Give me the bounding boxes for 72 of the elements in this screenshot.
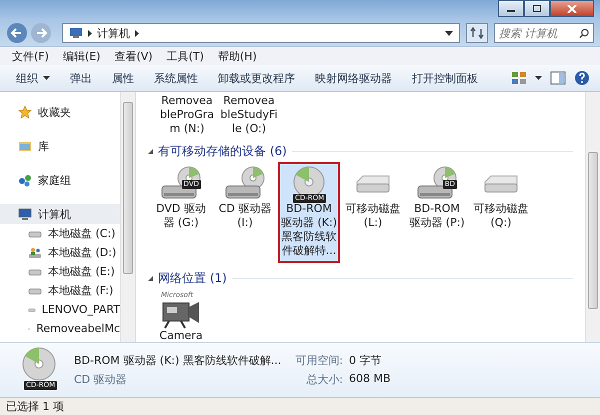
computer-icon	[69, 27, 83, 39]
refresh-icon	[470, 27, 484, 39]
scrollbar[interactable]	[120, 92, 135, 342]
star-icon	[18, 105, 32, 119]
preview-pane-icon[interactable]	[550, 71, 566, 85]
sidebar-item[interactable]: 收藏夹	[0, 102, 120, 122]
drive-label: BD-ROM 驱动器 (P:)	[408, 202, 466, 230]
dropdown-arrow-icon[interactable]	[445, 30, 453, 36]
drive-user-icon	[28, 246, 42, 258]
sidebar-item[interactable]: 计算机	[0, 204, 120, 224]
menu-item[interactable]: 工具(T)	[166, 48, 204, 64]
scrollbar[interactable]	[585, 92, 600, 342]
breadcrumb-item[interactable]: 计算机	[97, 26, 130, 40]
drive-label: 可移动磁盘 (Q:)	[472, 202, 530, 230]
computer-icon	[18, 208, 32, 220]
refresh-button[interactable]	[466, 23, 488, 43]
sidebar-item[interactable]: RemoveabelMc	[0, 319, 120, 338]
toolbar-button[interactable]: 打开控制面板	[406, 68, 484, 88]
collapse-triangle-icon[interactable]	[148, 148, 153, 154]
address-bar[interactable]: 计算机	[62, 23, 460, 43]
toolbar-button[interactable]: 系统属性	[148, 68, 204, 88]
toolbar-button[interactable]: 组织	[10, 68, 56, 88]
drive-label: 可移动磁盘 (L:)	[344, 202, 402, 230]
maximize-button[interactable]	[524, 0, 550, 17]
homegroup-icon	[18, 173, 32, 187]
menu-item[interactable]: 帮助(H)	[218, 48, 257, 64]
view-options-icon[interactable]	[511, 71, 527, 85]
caret-icon	[43, 76, 50, 80]
drive-label: BD-ROM 驱动器 (K:) 黑客防线软件破解特...	[280, 202, 338, 258]
menu-item[interactable]: 文件(F)	[12, 48, 49, 64]
menu-item[interactable]: 编辑(E)	[62, 48, 100, 64]
sidebar-item[interactable]: 本地磁盘 (D:)	[0, 243, 120, 262]
drive-tile[interactable]: 可移动磁盘 (L:)	[342, 162, 404, 263]
drive-label: CD 驱动器 (I:)	[218, 202, 272, 230]
drive-label: Camera	[158, 329, 204, 342]
chevron-icon[interactable]	[88, 30, 92, 36]
field-label: 可用空间:	[295, 353, 343, 368]
maximize-icon	[532, 4, 542, 12]
chevron-icon[interactable]	[135, 30, 139, 36]
group-header[interactable]: 网络位置 (1)	[158, 270, 227, 286]
drive-tile[interactable]: 可移动磁盘 (Q:)	[470, 162, 532, 263]
drive-tile[interactable]: CD 驱动器 (I:)	[214, 162, 276, 263]
field-value: 0 字节	[348, 353, 382, 368]
toolbar-button[interactable]: 属性	[106, 68, 140, 88]
close-icon	[567, 4, 577, 12]
toolbar-button[interactable]: 映射网络驱动器	[309, 68, 398, 88]
close-button[interactable]	[550, 0, 594, 17]
drive-label: DVD 驱动器 (G:)	[155, 202, 207, 230]
item-type: CD 驱动器	[74, 372, 128, 387]
search-field[interactable]: 搜索 计算机	[494, 23, 594, 43]
toolbar-button[interactable]: 弹出	[64, 68, 98, 88]
caret-icon[interactable]	[535, 76, 542, 80]
help-icon[interactable]	[574, 70, 590, 86]
sidebar-item[interactable]: 本地磁盘 (E:)	[0, 262, 120, 281]
sidebar-item[interactable]: 家庭组	[0, 170, 120, 190]
collapse-triangle-icon[interactable]	[148, 276, 153, 280]
minimize-button[interactable]	[498, 0, 524, 17]
drive-label[interactable]: RemoveableStudyFile (O:)	[220, 94, 278, 136]
search-icon	[579, 28, 589, 38]
menu-item[interactable]: 查看(V)	[114, 48, 153, 64]
field-label: 总大小:	[305, 372, 343, 387]
field-value: 608 MB	[348, 372, 391, 387]
group-header[interactable]: 有可移动存储的设备 (6)	[158, 142, 287, 160]
folder-icon	[18, 140, 32, 152]
sidebar-item[interactable]: 本地磁盘 (F:)	[0, 281, 120, 300]
drive-label[interactable]: RemoveableProGram (N:)	[158, 94, 216, 136]
sidebar-item[interactable]: 库	[0, 136, 120, 156]
sidebar-item[interactable]: LENOVO_PART	[0, 300, 120, 319]
sidebar-item[interactable]: 本地磁盘 (C:)	[0, 224, 120, 243]
toolbar-button[interactable]: 卸载或更改程序	[212, 68, 301, 88]
status-text: 已选择 1 项	[6, 399, 64, 414]
item-name: BD-ROM 驱动器 (K:) 黑客防线软件破解...	[74, 353, 282, 368]
